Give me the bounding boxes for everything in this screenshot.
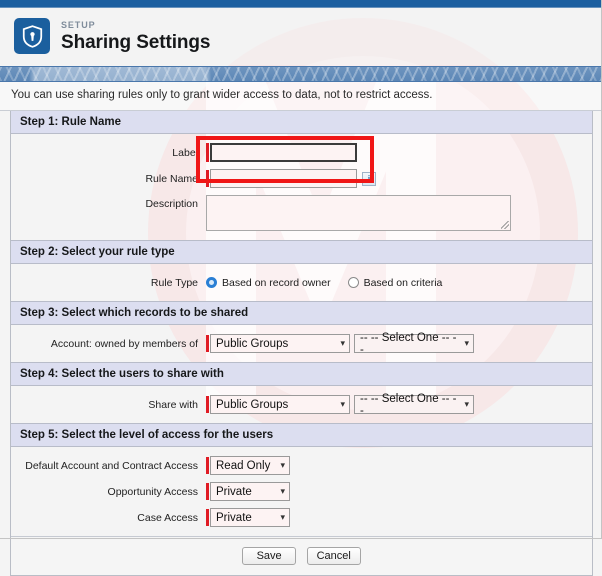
rule-type-radio-group: Based on record owner Based on criteria [206,277,459,289]
description-textarea[interactable] [206,195,511,231]
chevron-down-icon: ▾ [280,486,285,496]
step-2-header: Step 2: Select your rule type [11,240,592,264]
step-4-header: Step 4: Select the users to share with [11,362,592,386]
form-footer: Save Cancel [11,536,592,575]
step-3-header: Step 3: Select which records to be share… [11,301,592,325]
share-with-source-select[interactable]: Public Groups ▾ [210,395,350,414]
field-row-share-with: Share with Public Groups ▾ -- -- Select … [11,392,592,417]
info-notice: You can use sharing rules only to grant … [0,80,602,111]
default-access-select[interactable]: Read Only ▾ [210,456,290,475]
chevron-down-icon: ▾ [280,512,285,522]
rule-name-field-label: Rule Name [145,172,198,185]
step-1-body: Label Rule Name i Description [11,134,592,240]
radio-label-criteria: Based on criteria [363,276,443,289]
chevron-down-icon: ▾ [340,338,345,348]
case-access-value: Private [216,511,252,524]
chevron-down-icon: ▾ [464,338,469,348]
radio-based-on-record-owner[interactable]: Based on record owner [206,277,331,289]
required-marker [206,335,209,352]
step-4-body: Share with Public Groups ▾ -- -- Select … [11,386,592,423]
cancel-button[interactable]: Cancel [306,547,361,565]
radio-selected-icon[interactable] [206,277,217,288]
main-content: You can use sharing rules only to grant … [0,80,602,576]
records-source-select[interactable]: Public Groups ▾ [210,334,350,353]
radio-label-owner: Based on record owner [222,276,331,289]
step-3-body: Account: owned by members of Public Grou… [11,325,592,362]
case-access-field-label: Case Access [137,511,198,524]
records-target-value: -- -- Select One -- -- [360,331,457,356]
share-with-field-label: Share with [148,398,198,411]
top-blue-bar [0,0,602,8]
field-row-default-access: Default Account and Contract Access Read… [11,456,592,475]
chevron-down-icon: ▾ [340,399,345,409]
setup-eyebrow: SETUP [61,19,96,30]
required-marker [206,457,209,474]
resize-grip-icon[interactable] [501,221,509,229]
field-row-description: Description [11,195,592,231]
opportunity-access-value: Private [216,485,252,498]
step-5-body: Default Account and Contract Access Read… [11,447,592,536]
field-row-rule-type: Rule Type Based on record owner Based on… [11,273,592,292]
required-marker [206,396,209,413]
share-with-target-value: -- -- Select One -- -- [360,392,457,417]
chevron-down-icon: ▾ [280,460,285,470]
share-with-source-value: Public Groups [216,398,289,411]
label-input[interactable] [210,143,357,162]
setup-header: SETUP Sharing Settings [0,7,602,65]
required-marker [206,170,209,187]
step-1-header: Step 1: Rule Name [11,111,592,134]
radio-based-on-criteria[interactable]: Based on criteria [347,276,443,289]
field-row-label: Label [11,143,592,162]
step-5-header: Step 5: Select the level of access for t… [11,423,592,447]
opportunity-access-field-label: Opportunity Access [107,485,198,498]
label-field-label: Label [172,146,198,159]
chevron-down-icon: ▾ [464,399,469,409]
step-2-body: Rule Type Based on record owner Based on… [11,264,592,301]
opportunity-access-select[interactable]: Private ▾ [210,482,290,501]
case-access-select[interactable]: Private ▾ [210,508,290,527]
default-access-value: Read Only [216,459,271,472]
share-with-target-select[interactable]: -- -- Select One -- -- ▾ [354,392,474,417]
rule-type-field-label: Rule Type [150,276,198,289]
info-icon[interactable]: i [362,171,376,186]
required-marker [206,509,209,526]
field-row-owned-by: Account: owned by members of Public Grou… [11,331,592,356]
field-row-opportunity-access: Opportunity Access Private ▾ [11,482,592,501]
records-target-select[interactable]: -- -- Select One -- -- ▾ [354,331,474,356]
records-source-value: Public Groups [216,337,289,350]
shield-icon [14,18,50,54]
sharing-rule-form: Step 1: Rule Name Label Rule Name i Desc… [10,111,593,576]
decorative-blue-band [0,66,602,82]
save-button[interactable]: Save [242,547,297,565]
radio-unselected-icon[interactable] [347,277,359,288]
field-row-rule-name: Rule Name i [11,169,592,188]
required-marker [206,483,209,500]
field-row-case-access: Case Access Private ▾ [11,508,592,527]
rule-name-input[interactable] [210,169,357,188]
page-title: Sharing Settings [61,31,211,53]
description-field-label: Description [145,198,198,210]
required-marker [206,143,209,162]
default-access-field-label: Default Account and Contract Access [25,459,198,472]
owned-by-field-label: Account: owned by members of [50,337,198,350]
